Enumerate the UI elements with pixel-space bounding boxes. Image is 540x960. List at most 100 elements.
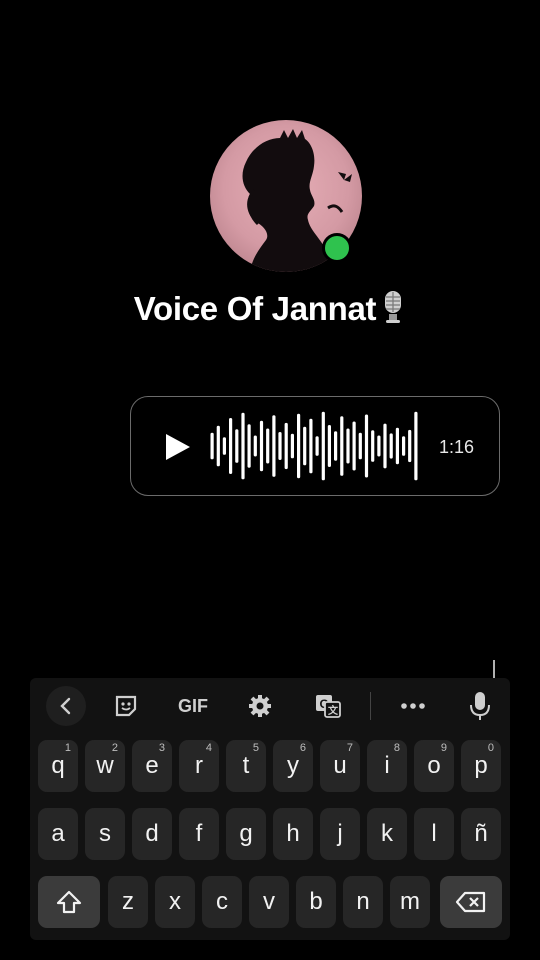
key-j[interactable]: j (320, 808, 360, 860)
waveform-bar (272, 415, 276, 477)
profile-name: Voice Of Jannat (0, 290, 540, 332)
key-t[interactable]: t5 (226, 740, 266, 792)
svg-text:文: 文 (328, 704, 339, 717)
translate-icon[interactable]: G文 (308, 686, 348, 726)
key-label: s (99, 820, 111, 847)
waveform-bar (235, 429, 239, 463)
key-label: t (242, 752, 250, 779)
key-label: i (384, 752, 390, 779)
key-hint-number: 4 (205, 742, 212, 754)
key-m[interactable]: m (390, 876, 430, 928)
key-label: d (145, 820, 159, 847)
gif-button[interactable]: GIF (168, 686, 218, 726)
key-hint-number: 6 (299, 742, 306, 754)
key-hint-number: 8 (393, 742, 400, 754)
key-label: j (337, 820, 343, 847)
key-hint-number: 7 (346, 742, 353, 754)
key-r[interactable]: r4 (179, 740, 219, 792)
waveform-bar (414, 411, 418, 481)
on-screen-keyboard: GIF G文 q1w2e3r4t5y6u7i8o9p0asdfghjklñzxc… (30, 678, 510, 940)
key-label: ñ (474, 820, 488, 847)
waveform-bar (290, 433, 294, 459)
key-c[interactable]: c (202, 876, 242, 928)
waveform-bar (358, 432, 362, 460)
audio-waveform[interactable] (209, 411, 419, 481)
waveform-bar (408, 429, 412, 463)
key-e[interactable]: e3 (132, 740, 172, 792)
profile-name-text: Voice Of Jannat (133, 290, 377, 327)
key-label: l (431, 820, 437, 847)
waveform-bar (364, 414, 369, 478)
keyboard-toolbar: GIF G文 (30, 678, 510, 734)
waveform-bar (327, 425, 331, 467)
key-hint-number: 1 (64, 742, 71, 754)
waveform-bar (303, 426, 307, 466)
mic-icon[interactable] (460, 686, 500, 726)
key-hint-number: 3 (158, 742, 165, 754)
waveform-bar (383, 423, 387, 469)
key-s[interactable]: s (85, 808, 125, 860)
key-f[interactable]: f (179, 808, 219, 860)
key-label: m (400, 888, 420, 915)
key-label: b (309, 888, 323, 915)
key-label: y (287, 752, 299, 779)
waveform-bar (321, 411, 325, 481)
mic-emoji-icon (380, 290, 406, 332)
key-u[interactable]: u7 (320, 740, 360, 792)
key-label: n (356, 888, 370, 915)
waveform-bar (352, 421, 356, 471)
more-icon[interactable] (393, 686, 433, 726)
gear-icon[interactable] (240, 686, 280, 726)
key-h[interactable]: h (273, 808, 313, 860)
waveform-bar (222, 437, 226, 455)
key-b[interactable]: b (296, 876, 336, 928)
key-hint-number: 2 (111, 742, 118, 754)
key-a[interactable]: a (38, 808, 78, 860)
key-i[interactable]: i8 (367, 740, 407, 792)
play-icon[interactable] (159, 430, 193, 464)
key-y[interactable]: y6 (273, 740, 313, 792)
key-k[interactable]: k (367, 808, 407, 860)
key-label: f (195, 820, 203, 847)
online-status-dot (322, 233, 352, 263)
key-label: z (122, 888, 134, 915)
waveform-bar (266, 428, 270, 464)
chevron-left-icon[interactable] (46, 686, 86, 726)
key-hint-number: 9 (440, 742, 447, 754)
key-label: r (195, 752, 203, 779)
waveform-bar (334, 431, 338, 461)
key-l[interactable]: l (414, 808, 454, 860)
waveform-bar (278, 432, 282, 460)
key-o[interactable]: o9 (414, 740, 454, 792)
key-v[interactable]: v (249, 876, 289, 928)
key-label: k (381, 820, 393, 847)
key-q[interactable]: q1 (38, 740, 78, 792)
key-ñ[interactable]: ñ (461, 808, 501, 860)
backspace-key[interactable] (440, 876, 502, 928)
voice-message-bubble[interactable]: 1:16 (130, 396, 500, 496)
key-w[interactable]: w2 (85, 740, 125, 792)
key-p[interactable]: p0 (461, 740, 501, 792)
key-d[interactable]: d (132, 808, 172, 860)
waveform-bar (402, 436, 406, 456)
key-g[interactable]: g (226, 808, 266, 860)
waveform-bar (259, 420, 264, 472)
waveform-bar (371, 430, 375, 462)
waveform-bar (241, 412, 245, 480)
backspace-icon (455, 891, 486, 913)
key-label: h (286, 820, 300, 847)
key-label: q (51, 752, 65, 779)
waveform-bar (340, 416, 344, 476)
key-n[interactable]: n (343, 876, 383, 928)
sticker-icon[interactable] (106, 686, 146, 726)
key-label: c (216, 888, 228, 915)
toolbar-divider (370, 692, 371, 720)
key-hint-number: 5 (252, 742, 259, 754)
key-z[interactable]: z (108, 876, 148, 928)
waveform-bar (346, 428, 350, 464)
waveform-bar (210, 432, 214, 460)
key-x[interactable]: x (155, 876, 195, 928)
shift-key[interactable] (38, 876, 100, 928)
key-label: v (263, 888, 275, 915)
waveform-bar (315, 436, 319, 456)
